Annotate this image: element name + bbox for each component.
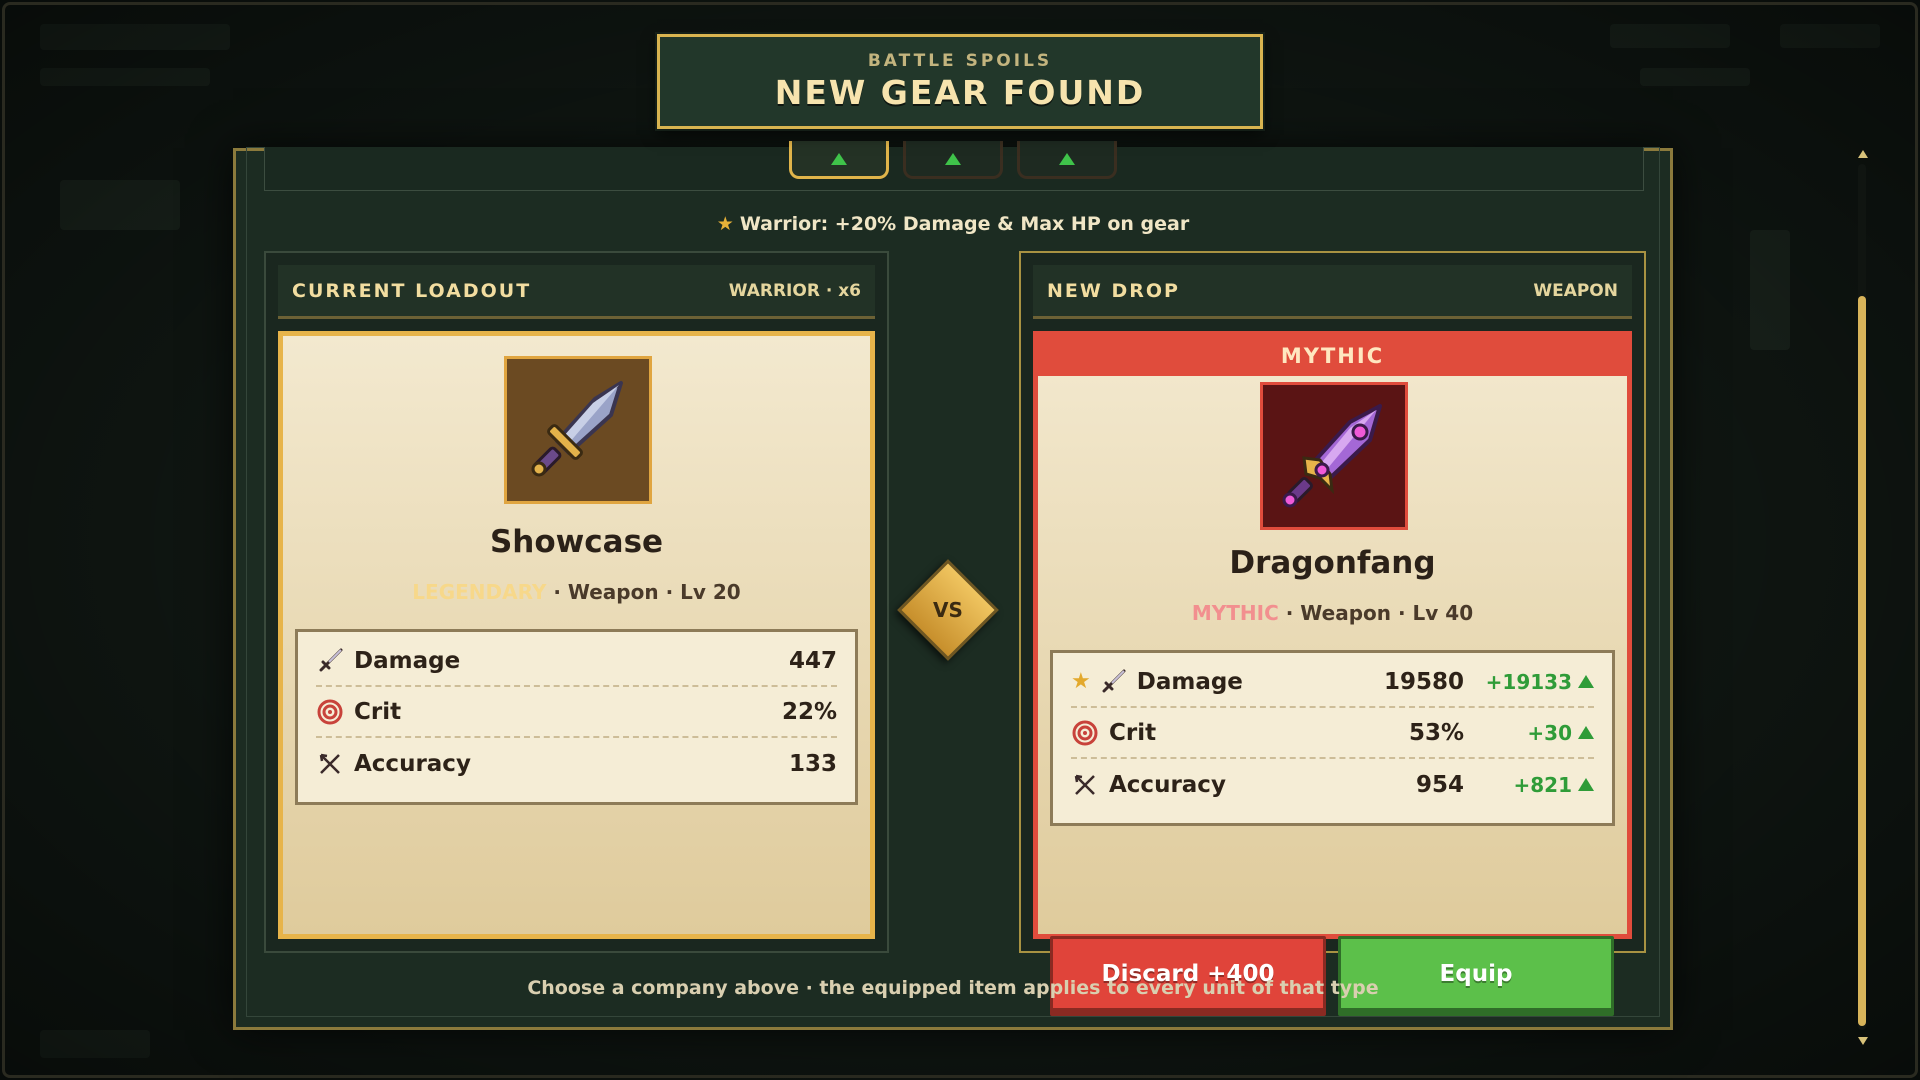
sword-icon: [316, 647, 344, 675]
company-tab-2[interactable]: [903, 141, 1003, 179]
upgrade-arrow-icon: [945, 152, 961, 165]
rarity-label: MYTHIC: [1191, 601, 1279, 625]
stat-row-crit: Crit 53% +30: [1071, 708, 1594, 759]
gear-comparison-modal: ★ Warrior: +20% Damage & Max HP on gear C…: [233, 141, 1673, 1030]
stat-delta: +30: [1474, 721, 1594, 745]
stat-list: ★ Damage 19580 +19133 Crit 53% +30 Accur…: [1050, 650, 1615, 826]
header-plaque: BATTLE SPOILS NEW GEAR FOUND: [655, 32, 1265, 131]
scroll-thumb[interactable]: [1858, 296, 1866, 1026]
stat-row-crit: Crit 22%: [316, 687, 837, 738]
stat-row-damage: ★ Damage 19580 +19133: [1071, 657, 1594, 708]
scroll-up-arrow-icon[interactable]: [1858, 150, 1868, 158]
item-name: Showcase: [489, 524, 664, 560]
panel-title: CURRENT LOADOUT: [292, 279, 532, 302]
footer-hint: Choose a company above · the equipped it…: [527, 977, 1379, 999]
rarity-label: LEGENDARY: [412, 580, 547, 604]
target-icon: [316, 698, 344, 726]
class-bonus-line: ★ Warrior: +20% Damage & Max HP on gear: [716, 213, 1190, 235]
stat-list: Damage 447 Crit 22% Accuracy 133: [295, 629, 858, 805]
current-item-card: Showcase LEGENDARY · Weapon · Lv 20 Dama…: [278, 331, 875, 939]
stat-row-accuracy: Accuracy 133: [316, 738, 837, 789]
up-arrow-icon: [1578, 725, 1594, 739]
crossed-arrows-icon: [1071, 771, 1099, 799]
item-subtitle: MYTHIC · Weapon · Lv 40: [1191, 601, 1474, 625]
stat-row-damage: Damage 447: [316, 636, 837, 687]
star-icon: ★: [1071, 669, 1091, 694]
up-arrow-icon: [1578, 777, 1594, 791]
stat-delta: +19133: [1474, 670, 1594, 694]
panel-title: NEW DROP: [1047, 279, 1180, 302]
upgrade-arrow-icon: [1059, 152, 1075, 165]
vs-label: VS: [933, 598, 963, 622]
equip-button[interactable]: Equip: [1338, 936, 1614, 1016]
current-loadout-panel: CURRENT LOADOUT WARRIOR · x6 Showcase LE…: [264, 251, 889, 953]
mythic-sword-icon: [1260, 382, 1408, 530]
stat-row-accuracy: Accuracy 954 +821: [1071, 759, 1594, 810]
item-subtitle: LEGENDARY · Weapon · Lv 20: [412, 580, 741, 604]
header-title: NEW GEAR FOUND: [774, 73, 1146, 112]
up-arrow-icon: [1578, 674, 1594, 688]
sword-icon: [1099, 668, 1127, 696]
scroll-down-arrow-icon[interactable]: [1858, 1037, 1868, 1045]
rarity-banner: MYTHIC: [1038, 336, 1627, 376]
header-subtitle: BATTLE SPOILS: [867, 51, 1053, 71]
panel-header: CURRENT LOADOUT WARRIOR · x6: [278, 265, 875, 319]
company-tab-1[interactable]: [789, 141, 889, 179]
star-icon: ★: [716, 213, 734, 235]
upgrade-arrow-icon: [831, 152, 847, 165]
panel-meta: WARRIOR · x6: [728, 280, 861, 301]
stat-delta: +821: [1474, 773, 1594, 797]
new-drop-panel: NEW DROP WEAPON MYTHIC Dragonfang MYTHIC…: [1019, 251, 1646, 1016]
panel-header: NEW DROP WEAPON: [1033, 265, 1632, 319]
panel-meta: WEAPON: [1533, 280, 1618, 301]
company-tab-3[interactable]: [1017, 141, 1117, 179]
new-item-card: MYTHIC Dragonfang MYTHIC · Weapon · Lv 4…: [1033, 331, 1632, 1016]
crossed-arrows-icon: [316, 750, 344, 778]
item-name: Dragonfang: [1229, 545, 1436, 581]
scrollbar[interactable]: [1856, 150, 1868, 1045]
steel-sword-icon: [504, 356, 652, 504]
discard-button[interactable]: Discard +400: [1050, 936, 1326, 1016]
target-icon: [1071, 719, 1099, 747]
company-tab-strip: [264, 141, 1644, 191]
